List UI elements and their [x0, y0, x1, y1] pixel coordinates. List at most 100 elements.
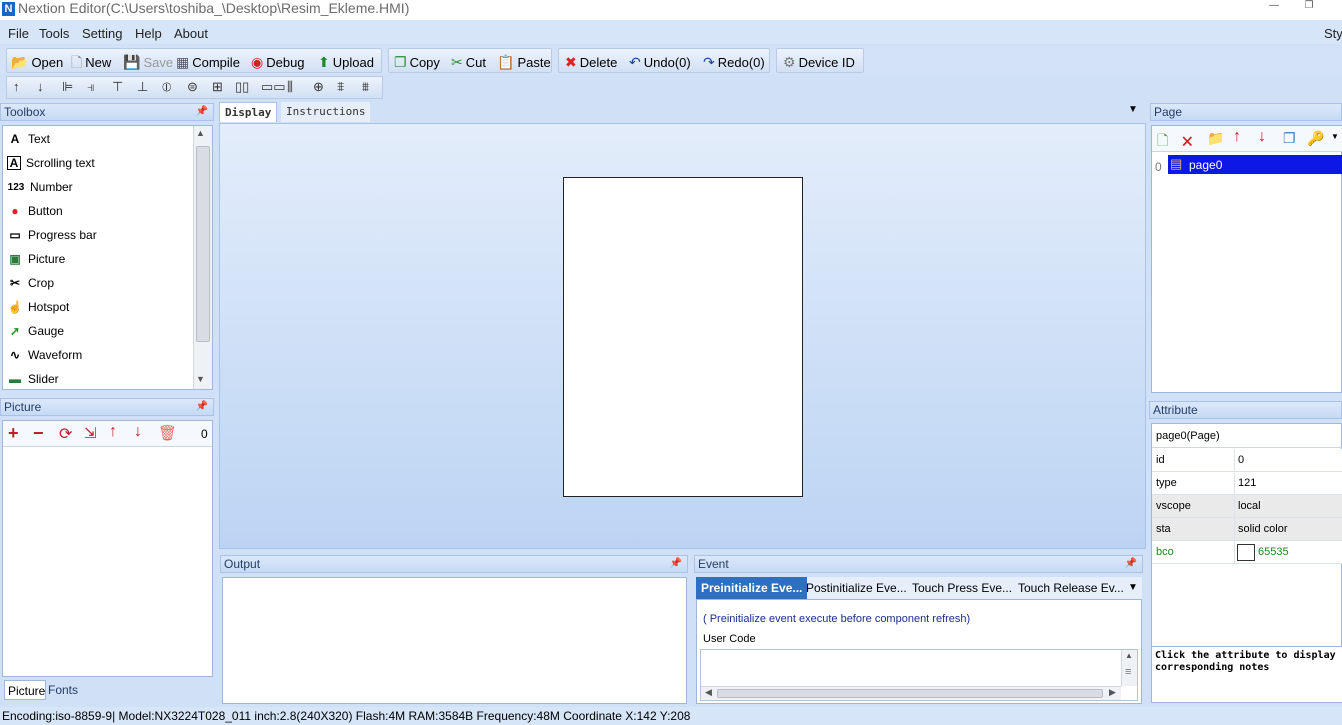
bring-forward-icon[interactable]: ↑ — [13, 79, 20, 94]
output-console[interactable] — [222, 577, 687, 704]
device-id-button[interactable]: ⚙ Device ID — [783, 53, 855, 71]
toolbox-item[interactable]: ● Button — [7, 200, 62, 222]
space-horizontal-icon[interactable]: ⫼ — [287, 79, 293, 95]
same-width-icon[interactable]: ▯▯ — [235, 79, 249, 95]
column-divider — [1234, 449, 1235, 472]
scroll-up-icon[interactable]: ▲ — [1125, 651, 1133, 660]
pin-icon[interactable]: 📌 — [196, 104, 208, 120]
space-vertical-icon[interactable]: ⩨ — [337, 79, 344, 95]
toolbox-item[interactable]: ▭ Progress bar — [7, 224, 96, 246]
code-vscrollbar[interactable]: ▲ ≡ — [1121, 650, 1137, 686]
menu-tools[interactable]: Tools — [39, 26, 69, 41]
attribute-row-vscope[interactable]: vscope local — [1152, 495, 1342, 518]
scroll-down-icon[interactable]: ▼ — [196, 374, 205, 384]
replace-picture-icon[interactable]: ⟳ — [59, 424, 72, 444]
center-vertical-icon[interactable]: ⦶ — [162, 79, 171, 95]
toolbox-item[interactable]: A Text — [7, 128, 50, 150]
toolbox-item[interactable]: ✂ Crop — [7, 272, 54, 294]
align-bottom-icon[interactable]: ⊥ — [137, 79, 148, 95]
center-horizontal-icon[interactable]: ⊜ — [187, 79, 198, 95]
attribute-row-type[interactable]: type 121 — [1152, 472, 1342, 495]
toolbox-item[interactable]: ∿ Waveform — [7, 344, 82, 366]
tab-display[interactable]: Display — [219, 102, 278, 122]
remove-picture-icon[interactable]: − — [33, 423, 44, 444]
design-canvas[interactable] — [219, 123, 1146, 549]
move-up-icon[interactable]: ↑ — [109, 423, 117, 441]
align-top-icon[interactable]: ⊤ — [112, 79, 123, 95]
page-tools-dropdown-icon[interactable]: ▼ — [1331, 132, 1339, 141]
insert-picture-icon[interactable]: ⇲ — [84, 424, 97, 442]
toolbox-scrollbar[interactable]: ▲ ▼ — [193, 126, 212, 389]
copy-button[interactable]: ❐ Copy — [394, 53, 440, 71]
tab-touch-press-event[interactable]: Touch Press Eve... — [907, 577, 1017, 599]
delete-button[interactable]: ✖ Delete — [565, 53, 617, 71]
attribute-row-id[interactable]: id 0 — [1152, 449, 1342, 472]
attribute-selector[interactable]: page0(Page) — [1152, 424, 1342, 448]
scroll-right-icon[interactable]: ▶ — [1109, 687, 1116, 698]
menu-file[interactable]: File — [8, 26, 29, 41]
move-down-icon[interactable]: ↓ — [134, 423, 142, 441]
pin-icon[interactable]: 📌 — [670, 556, 682, 572]
tabs-dropdown-icon[interactable]: ▼ — [1128, 104, 1138, 115]
scroll-up-icon[interactable]: ▲ — [196, 128, 205, 138]
debug-button[interactable]: ◉ Debug — [251, 53, 305, 71]
tab-instructions[interactable]: Instructions — [281, 102, 371, 122]
save-button[interactable]: 💾 Save — [123, 53, 173, 71]
compile-button[interactable]: ▦ Compile — [176, 53, 240, 71]
page-list-item[interactable]: ▤ page0 — [1168, 155, 1342, 174]
center-canvas-icon[interactable]: ⊕ — [313, 79, 324, 95]
same-height-icon[interactable]: ▭▭ — [261, 79, 286, 95]
tab-fonts[interactable]: Fonts — [46, 680, 80, 700]
event-tabs-dropdown-icon[interactable]: ▼ — [1128, 582, 1138, 593]
toolbox-item[interactable]: ▬ Slider — [7, 368, 59, 390]
pin-icon[interactable]: 📌 — [196, 399, 208, 415]
page-preview[interactable] — [563, 177, 803, 497]
hscroll-thumb[interactable] — [717, 689, 1103, 698]
restore-button[interactable]: ❐ — [1296, 0, 1322, 14]
open-button[interactable]: 📂 Open — [11, 53, 63, 71]
distribute-icon[interactable]: ⩩ — [362, 79, 369, 95]
same-size-icon[interactable]: ⊞ — [212, 79, 223, 95]
align-left-icon[interactable]: ⊫ — [62, 79, 73, 95]
scroll-left-icon[interactable]: ◀ — [705, 687, 712, 698]
upload-button[interactable]: ⬆ Upload — [318, 53, 374, 71]
attribute-row-sta[interactable]: sta solid color — [1152, 518, 1342, 541]
cut-button[interactable]: ✂ Cut — [451, 53, 486, 71]
new-button[interactable]: 🗋 New — [71, 53, 111, 71]
tab-picture[interactable]: Picture — [4, 680, 46, 700]
color-swatch[interactable] — [1237, 544, 1255, 561]
add-page-icon[interactable]: 🗋 — [1157, 130, 1168, 154]
menu-about[interactable]: About — [174, 26, 208, 41]
toolbox-item[interactable]: 123 Number — [7, 176, 73, 198]
copy-page-icon[interactable]: ❐ — [1283, 130, 1296, 147]
menu-style[interactable]: Sty — [1324, 26, 1342, 41]
toolbox-item[interactable]: A Scrolling text — [7, 152, 95, 174]
trash-icon[interactable]: 🗑 — [158, 424, 177, 442]
paste-button[interactable]: 📋 Paste — [497, 53, 551, 71]
scroll-thumb[interactable] — [196, 146, 210, 342]
redo-button[interactable]: ↷ Redo(0) — [703, 53, 765, 71]
toolbox-item[interactable]: ☝ Hotspot — [7, 296, 70, 318]
toolbox-item[interactable]: ➚ Gauge — [7, 320, 64, 342]
undo-button[interactable]: ↶ Undo(0) — [629, 53, 691, 71]
tab-preinitialize-event[interactable]: Preinitialize Eve... — [696, 577, 808, 599]
page-up-icon[interactable]: ↑ — [1233, 128, 1241, 146]
align-right-icon[interactable]: ⫣ — [87, 79, 95, 95]
attribute-row-bco[interactable]: bco 65535 — [1152, 541, 1342, 564]
scroll-thumb-icon[interactable]: ≡ — [1125, 666, 1131, 678]
add-picture-icon[interactable]: + — [8, 423, 19, 444]
toolbox-item[interactable]: ▣ Picture — [7, 248, 65, 270]
page-tools-icon[interactable]: 🔑 — [1307, 130, 1324, 147]
pin-icon[interactable]: 📌 — [1125, 556, 1137, 572]
tab-postinitialize-event[interactable]: Postinitialize Eve... — [801, 577, 912, 599]
user-code-editor[interactable]: ▲ ≡ ◀ ▶ — [700, 649, 1138, 701]
page-down-icon[interactable]: ↓ — [1258, 128, 1266, 146]
menu-setting[interactable]: Setting — [82, 26, 122, 41]
code-hscrollbar[interactable]: ◀ ▶ — [701, 686, 1121, 700]
send-backward-icon[interactable]: ↓ — [37, 79, 44, 94]
minimize-button[interactable]: — — [1261, 0, 1287, 14]
delete-page-icon[interactable]: 🗙 — [1182, 130, 1193, 154]
tab-touch-release-event[interactable]: Touch Release Ev... — [1013, 577, 1129, 599]
menu-help[interactable]: Help — [135, 26, 162, 41]
insert-page-icon[interactable]: 📁 — [1207, 130, 1224, 147]
